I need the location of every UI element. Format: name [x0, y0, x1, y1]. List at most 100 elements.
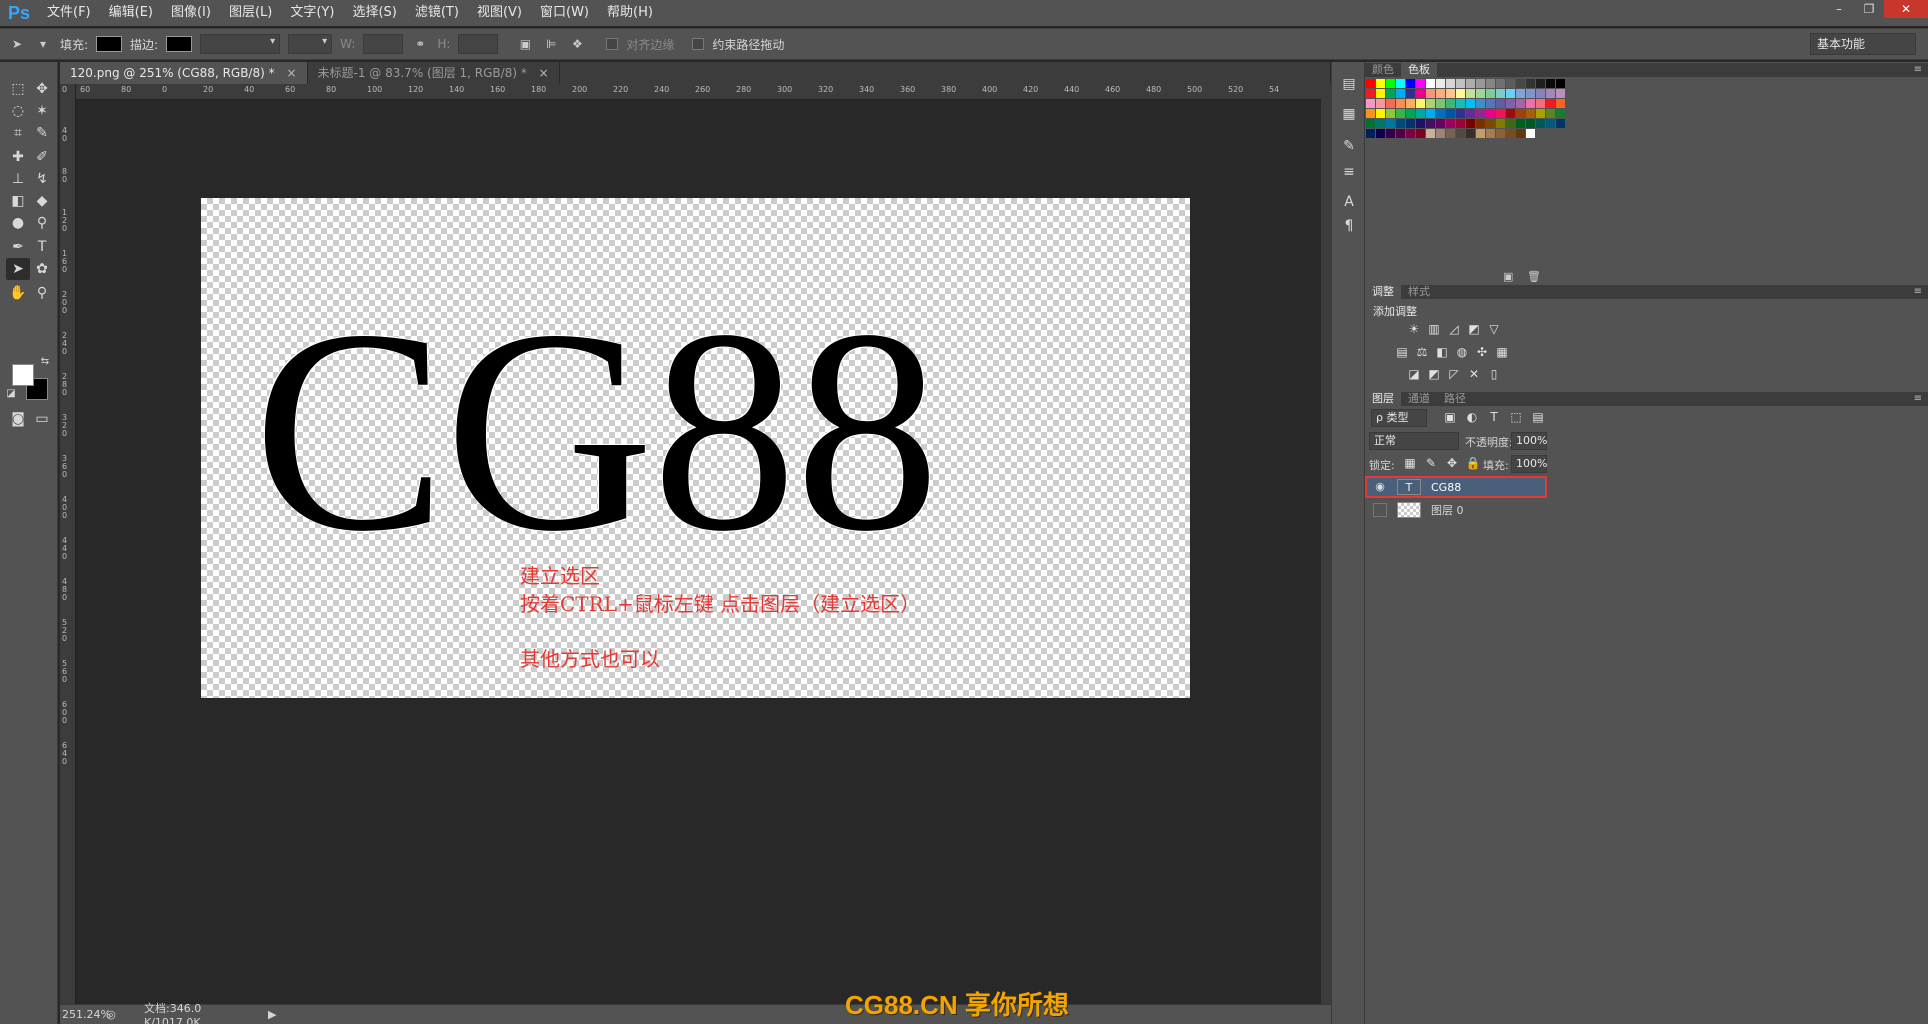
color-swatch[interactable]: [1506, 119, 1516, 129]
curves-icon[interactable]: ◿: [1445, 322, 1463, 336]
healing-brush-tool-icon[interactable]: ✚: [6, 146, 30, 168]
panel-menu-icon[interactable]: ≡: [1914, 63, 1922, 77]
color-swatch[interactable]: [1406, 89, 1416, 99]
color-swatch[interactable]: [1546, 119, 1556, 129]
color-swatch[interactable]: [1446, 79, 1456, 89]
color-swatch[interactable]: [1516, 99, 1526, 109]
color-swatch[interactable]: [1486, 119, 1496, 129]
color-swatch[interactable]: [1426, 119, 1436, 129]
color-swatch[interactable]: [1396, 79, 1406, 89]
tab-styles[interactable]: 样式: [1401, 285, 1437, 299]
status-menu-arrow-icon[interactable]: ▶: [248, 1008, 276, 1021]
history-brush-tool-icon[interactable]: ↯: [30, 168, 54, 190]
color-swatch[interactable]: [1496, 99, 1506, 109]
menu-image[interactable]: 图像(I): [162, 0, 220, 26]
color-swatch[interactable]: [1476, 99, 1486, 109]
color-swatch[interactable]: [1386, 89, 1396, 99]
color-swatch[interactable]: [1396, 99, 1406, 109]
color-balance-icon[interactable]: ⚖: [1413, 345, 1431, 359]
color-swatch[interactable]: [1436, 129, 1446, 139]
color-swatch[interactable]: [1526, 119, 1536, 129]
shape-filter-icon[interactable]: ⬚: [1507, 410, 1525, 424]
color-swatch[interactable]: [1406, 109, 1416, 119]
color-swatch[interactable]: [1436, 89, 1446, 99]
invert-icon[interactable]: ◪: [1405, 367, 1423, 381]
exposure-icon[interactable]: ◩: [1465, 322, 1483, 336]
color-swatch[interactable]: [1546, 79, 1556, 89]
canvas-area[interactable]: CG88 建立选区 按着CTRL+鼠标左键 点击图层（建立选区） 其他方式也可以: [76, 100, 1321, 1004]
color-swatch[interactable]: [1556, 109, 1566, 119]
color-swatch[interactable]: [1376, 109, 1386, 119]
color-swatch[interactable]: [1486, 129, 1496, 139]
stroke-swatch[interactable]: [166, 36, 193, 52]
color-swatch[interactable]: [1546, 99, 1556, 109]
pen-tool-icon[interactable]: ✒: [6, 236, 30, 258]
color-swatch[interactable]: [1516, 119, 1526, 129]
color-swatch[interactable]: [1406, 99, 1416, 109]
color-swatch[interactable]: [1496, 119, 1506, 129]
adjustment-filter-icon[interactable]: ◐: [1463, 410, 1481, 424]
paragraph-panel-icon[interactable]: ¶: [1340, 218, 1358, 236]
color-swatch[interactable]: [1386, 109, 1396, 119]
visibility-toggle[interactable]: [1373, 503, 1387, 517]
screen-mode-icon[interactable]: ▭: [30, 408, 54, 430]
color-swatch[interactable]: [1476, 119, 1486, 129]
color-swatch[interactable]: [1486, 79, 1496, 89]
tab-channels[interactable]: 通道: [1401, 392, 1437, 406]
color-swatch[interactable]: [1376, 119, 1386, 129]
color-swatch[interactable]: [1366, 119, 1376, 129]
color-swatch[interactable]: [1436, 109, 1446, 119]
tab-adjustments[interactable]: 调整: [1365, 285, 1401, 299]
color-swatch[interactable]: [1436, 99, 1446, 109]
zoom-level[interactable]: 251.24%: [60, 1008, 111, 1021]
clone-stamp-tool-icon[interactable]: ⊥: [6, 168, 30, 190]
color-swatch[interactable]: [1446, 109, 1456, 119]
color-swatch[interactable]: [1386, 119, 1396, 129]
color-swatch[interactable]: [1486, 109, 1496, 119]
color-swatch[interactable]: [1366, 79, 1376, 89]
color-swatch[interactable]: [1406, 129, 1416, 139]
color-swatch[interactable]: [1526, 79, 1536, 89]
color-swatch[interactable]: [1496, 79, 1506, 89]
layer-row-cg88[interactable]: ◉ T CG88: [1365, 476, 1547, 498]
color-swatch[interactable]: [1506, 109, 1516, 119]
color-swatch[interactable]: [1446, 99, 1456, 109]
tab-document-untitled[interactable]: 未标题-1 @ 83.7% (图层 1, RGB/8) * ×: [308, 62, 560, 84]
marquee-tool-icon[interactable]: ⬚: [6, 78, 30, 100]
fill-swatch[interactable]: [96, 36, 123, 52]
history-panel-icon[interactable]: ▤: [1340, 76, 1358, 94]
close-tab-icon[interactable]: ×: [286, 66, 296, 80]
menu-filter[interactable]: 滤镜(T): [406, 0, 468, 26]
color-swatch[interactable]: [1526, 99, 1536, 109]
color-swatch[interactable]: [1426, 109, 1436, 119]
color-swatch[interactable]: [1366, 129, 1376, 139]
tab-layers[interactable]: 图层: [1365, 392, 1401, 406]
color-swatch[interactable]: [1436, 79, 1446, 89]
color-swatch[interactable]: [1466, 119, 1476, 129]
crop-tool-icon[interactable]: ⌗: [6, 122, 30, 144]
menu-select[interactable]: 选择(S): [343, 0, 405, 26]
pixel-filter-icon[interactable]: ▣: [1441, 410, 1459, 424]
document-canvas[interactable]: CG88 建立选区 按着CTRL+鼠标左键 点击图层（建立选区） 其他方式也可以: [201, 198, 1190, 698]
black-white-icon[interactable]: ◧: [1433, 345, 1451, 359]
canvas-vertical-scrollbar[interactable]: [1321, 84, 1331, 1004]
color-swatch[interactable]: [1366, 109, 1376, 119]
tab-color[interactable]: 颜色: [1365, 63, 1401, 77]
color-swatch[interactable]: [1426, 129, 1436, 139]
menu-file[interactable]: 文件(F): [38, 0, 100, 26]
color-swatch[interactable]: [1406, 79, 1416, 89]
color-swatch[interactable]: [1436, 119, 1446, 129]
menu-view[interactable]: 视图(V): [468, 0, 531, 26]
color-swatch[interactable]: [1406, 119, 1416, 129]
path-operations-icon[interactable]: ▣: [516, 35, 534, 53]
minimize-button[interactable]: –: [1824, 0, 1854, 18]
color-swatch[interactable]: [1506, 79, 1516, 89]
color-swatch[interactable]: [1446, 119, 1456, 129]
brightness-icon[interactable]: ☀: [1405, 322, 1423, 336]
brush-presets-icon[interactable]: ≡: [1340, 164, 1358, 182]
lock-all-icon[interactable]: 🔒: [1464, 456, 1482, 470]
color-swatch[interactable]: [1376, 79, 1386, 89]
color-swatch[interactable]: [1536, 89, 1546, 99]
path-arrangement-icon[interactable]: ❖: [568, 35, 586, 53]
color-swatch[interactable]: [1556, 89, 1566, 99]
